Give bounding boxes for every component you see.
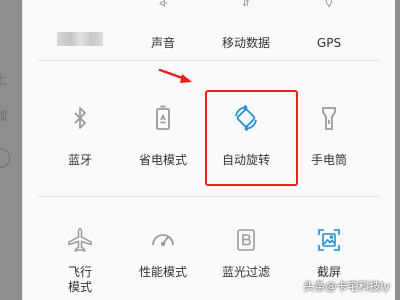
tile-bluetooth[interactable]: 蓝牙 bbox=[39, 103, 121, 168]
tile-performance-mode[interactable]: 性能模式 bbox=[122, 225, 204, 280]
blue-light-filter-icon bbox=[237, 229, 255, 251]
tile-label-line2: 模式 bbox=[67, 280, 92, 294]
volume-icon bbox=[159, 0, 167, 8]
tile-mobile-data[interactable]: 移动数据 bbox=[205, 0, 287, 51]
tile-blue-light-filter[interactable]: 蓝光过滤 bbox=[205, 225, 287, 280]
tile-label: 性能模式 bbox=[138, 265, 187, 279]
tile-label: 省电模式 bbox=[138, 153, 187, 167]
background-ghost-text: 上 bbox=[0, 73, 8, 88]
tile-battery-saver[interactable]: 省电模式 bbox=[122, 103, 204, 168]
row-divider bbox=[37, 196, 381, 197]
tile-flashlight[interactable]: 手电筒 bbox=[288, 103, 370, 168]
tile-blurred[interactable] bbox=[39, 0, 121, 46]
watermark: 头条@卡宅科技ly bbox=[303, 280, 390, 293]
mobile-data-icon bbox=[242, 0, 250, 7]
tile-screenshot[interactable]: 截屏 bbox=[288, 225, 370, 280]
tile-airplane-mode[interactable]: 飞行 模式 bbox=[39, 225, 121, 295]
tile-label: 移动数据 bbox=[221, 36, 270, 50]
row-divider bbox=[37, 60, 381, 61]
screenshot-icon bbox=[318, 229, 340, 251]
gps-icon bbox=[325, 0, 333, 8]
pointer-arrow-annotation bbox=[158, 68, 192, 83]
highlight-box-annotation bbox=[205, 90, 298, 186]
tile-label: 声音 bbox=[150, 36, 175, 50]
bluetooth-icon bbox=[74, 107, 86, 129]
tile-sound[interactable]: 声音 bbox=[122, 0, 204, 51]
flashlight-icon bbox=[322, 107, 336, 130]
background-ghost-text: 咖 bbox=[0, 109, 8, 124]
airplane-icon bbox=[68, 228, 92, 253]
tile-label: 蓝牙 bbox=[67, 153, 92, 167]
battery-saver-icon bbox=[156, 105, 170, 130]
blurred-label bbox=[57, 32, 103, 46]
tile-gps[interactable]: GPS bbox=[288, 0, 370, 51]
tile-label: 手电筒 bbox=[310, 153, 347, 167]
tile-label: GPS bbox=[316, 36, 342, 50]
performance-icon bbox=[152, 234, 174, 247]
tile-label: 蓝光过滤 bbox=[221, 265, 270, 279]
tile-label: 飞行 bbox=[67, 265, 92, 279]
